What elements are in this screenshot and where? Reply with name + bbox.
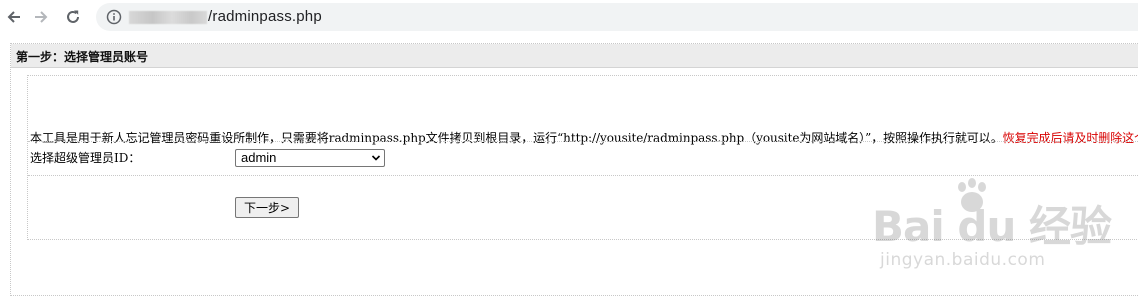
admin-id-select[interactable]: admin xyxy=(235,149,385,167)
description: 本工具是用于新人忘记管理员密码重设所制作，只需要将radminpass.php文… xyxy=(30,129,1138,146)
description-text: 本工具是用于新人忘记管理员密码重设所制作，只需要将radminpass.php文… xyxy=(30,131,1003,145)
description-warning: 恢复完成后请及时删除这个文件! xyxy=(1002,131,1138,145)
next-step-button[interactable]: 下一步> xyxy=(235,197,299,218)
url-path: /radminpass.php xyxy=(208,8,322,25)
inner-panel xyxy=(27,75,1138,240)
reload-button[interactable] xyxy=(62,6,84,28)
address-bar[interactable]: /radminpass.php xyxy=(96,3,1138,31)
step-title: 第一步：选择管理员账号 xyxy=(16,50,149,64)
step-header: 第一步：选择管理员账号 xyxy=(11,44,1138,68)
chevron-down-icon xyxy=(371,155,381,161)
forward-button[interactable] xyxy=(30,6,52,28)
admin-id-select-value: admin xyxy=(241,150,277,165)
blurred-host xyxy=(129,11,207,24)
browser-toolbar: /radminpass.php xyxy=(0,0,1138,34)
divider xyxy=(28,175,1138,176)
back-button[interactable] xyxy=(3,6,25,28)
arrow-left-icon xyxy=(7,11,20,23)
reload-icon xyxy=(67,10,79,23)
divider xyxy=(28,141,1138,142)
info-icon[interactable] xyxy=(106,9,122,25)
admin-id-label: 选择超级管理员ID： xyxy=(30,151,141,165)
arrow-right-icon xyxy=(35,11,48,23)
